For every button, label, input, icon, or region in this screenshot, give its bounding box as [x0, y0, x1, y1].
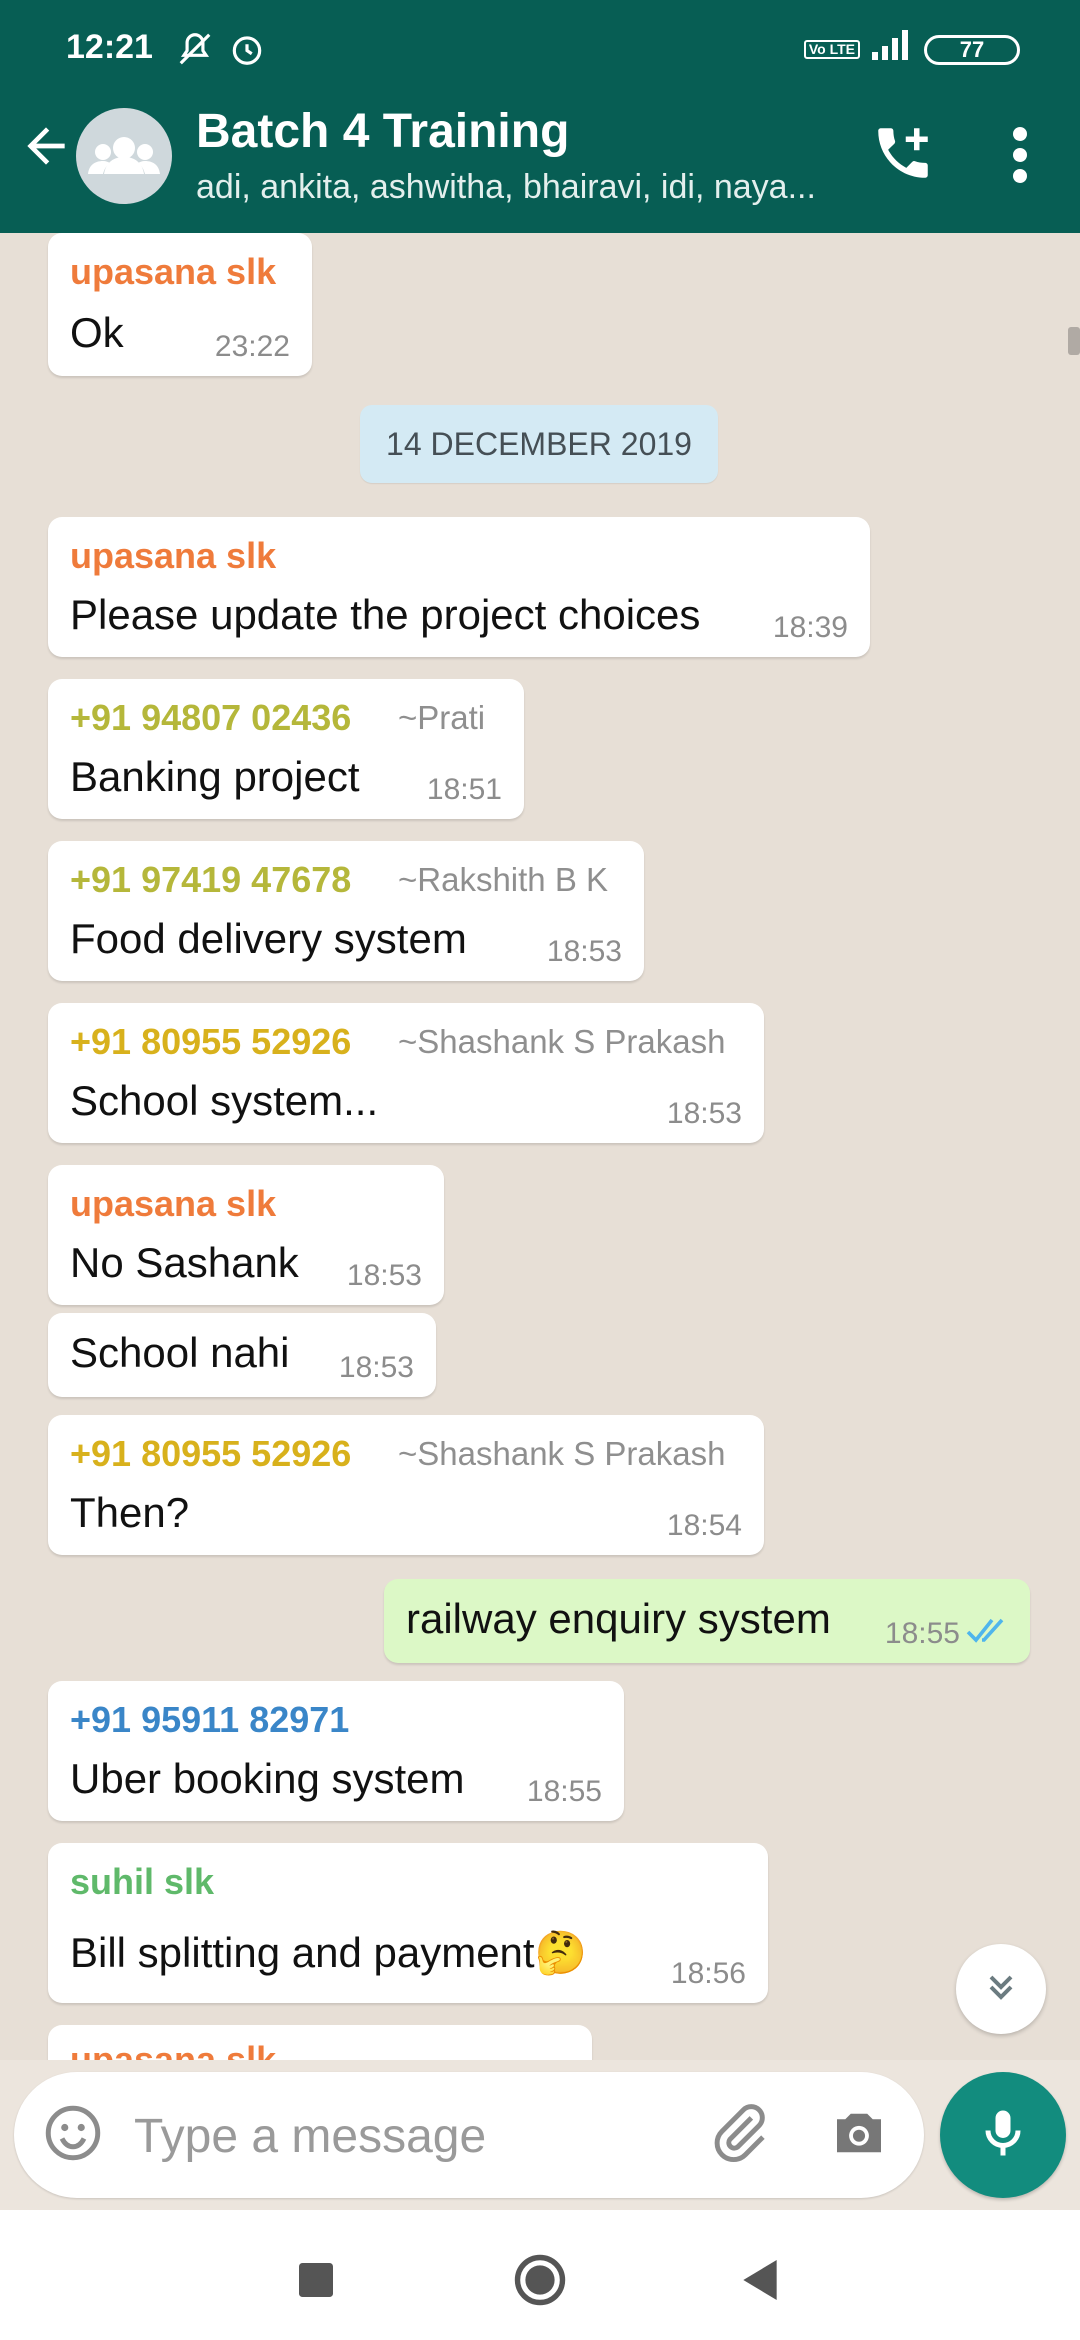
message-time: 18:56 [670, 1957, 746, 1990]
sender-alias: ~Shashank S Prakash [398, 1023, 726, 1060]
sender-name: suhil slk [70, 1861, 215, 1902]
more-vert-icon[interactable] [1000, 120, 1040, 190]
mic-icon [973, 2103, 1033, 2168]
alarm-icon [228, 30, 266, 77]
sender-alias: ~Prati [398, 699, 486, 736]
emoji-icon[interactable] [40, 2100, 110, 2170]
message-bubble[interactable]: suhil slk Bill splitting and payment🤔 18… [48, 1843, 768, 2003]
home-circle-icon[interactable] [510, 2250, 570, 2310]
message-time: 18:51 [426, 773, 502, 806]
message-text: railway enquiry system [406, 1595, 831, 1642]
message-text: Uber booking system [70, 1755, 465, 1802]
message-bubble[interactable]: upasana slk [48, 2025, 592, 2060]
message-time: 18:55 [884, 1617, 960, 1650]
message-time: 23:22 [214, 330, 290, 363]
message-input[interactable] [132, 2100, 696, 2172]
sender-name: +91 94807 02436 [70, 697, 352, 738]
composer [14, 2072, 924, 2198]
message-time: 18:53 [546, 935, 622, 968]
message-bubble[interactable]: upasana slk Please update the project ch… [48, 517, 870, 657]
message-bubble[interactable]: +91 80955 52926 ~Shashank S Prakash Then… [48, 1415, 764, 1555]
thinking-emoji-icon: 🤔 [534, 1929, 587, 1976]
message-text: Banking project [70, 753, 360, 800]
add-call-icon[interactable] [870, 120, 940, 190]
notifications-muted-icon [176, 30, 214, 77]
double-chevron-down-icon [981, 1967, 1021, 2012]
message-text: Ok [70, 309, 124, 356]
battery-icon: 77 [924, 34, 1020, 65]
message-bubble[interactable]: +91 95911 82971 Uber booking system 18:5… [48, 1681, 624, 1821]
scroll-to-bottom-button[interactable] [956, 1944, 1046, 2034]
sender-alias: ~Shashank S Prakash [398, 1435, 726, 1472]
sender-name: upasana slk [70, 251, 277, 292]
message-time: 18:55 [526, 1775, 602, 1808]
message-list[interactable]: upasana slk Ok 23:22 14 DECEMBER 2019 up… [0, 233, 1080, 2060]
sender-name: +91 95911 82971 [70, 1699, 350, 1740]
message-time: 18:53 [346, 1259, 422, 1292]
message-bubble[interactable]: School nahi 18:53 [48, 1313, 436, 1397]
message-text: School system... [70, 1077, 379, 1124]
sender-name: +91 80955 52926 [70, 1433, 352, 1474]
sender-name: +91 97419 47678 [70, 859, 352, 900]
message-time: 18:54 [666, 1509, 742, 1542]
read-receipt-icon [966, 1616, 1012, 1649]
message-bubble[interactable]: +91 94807 02436 ~Prati Banking project 1… [48, 679, 524, 819]
message-text: Then? [70, 1489, 190, 1536]
volte-icon: Vo LTE [803, 40, 860, 59]
camera-icon[interactable] [826, 2100, 896, 2170]
sender-name: upasana slk [70, 535, 277, 576]
participants-list[interactable]: adi, ankita, ashwitha, bhairavi, idi, na… [196, 168, 816, 207]
back-arrow-icon[interactable] [18, 118, 78, 198]
message-bubble[interactable]: +91 97419 47678 ~Rakshith B K Food deliv… [48, 841, 644, 981]
message-text: Food delivery system [70, 915, 467, 962]
message-text: No Sashank [70, 1239, 299, 1286]
scrollbar-thumb[interactable] [1068, 327, 1080, 355]
sender-alias: ~Rakshith B K [398, 861, 609, 898]
sender-name: +91 80955 52926 [70, 1021, 352, 1062]
date-divider: 14 DECEMBER 2019 [360, 405, 718, 483]
sender-name: upasana slk [70, 2039, 277, 2060]
chat-title[interactable]: Batch 4 Training [196, 104, 569, 159]
status-bar: 12:21 Vo LTE 77 [0, 0, 1080, 80]
message-time: 18:53 [338, 1351, 414, 1384]
message-text: School nahi [70, 1329, 290, 1376]
system-nav-bar [0, 2210, 1080, 2340]
back-triangle-icon[interactable] [730, 2250, 790, 2310]
message-bubble[interactable]: +91 80955 52926 ~Shashank S Prakash Scho… [48, 1003, 764, 1143]
sender-name: upasana slk [70, 1183, 277, 1224]
message-text: Please update the project choices [70, 591, 701, 638]
message-time: 18:39 [772, 611, 848, 644]
signal-icon [872, 30, 912, 69]
chat-header: Batch 4 Training adi, ankita, ashwitha, … [0, 80, 1080, 233]
outgoing-message-bubble[interactable]: railway enquiry system 18:55 [384, 1579, 1030, 1663]
status-time: 12:21 [66, 28, 153, 66]
mic-button[interactable] [940, 2072, 1066, 2198]
recents-square-icon[interactable] [286, 2250, 346, 2310]
message-bubble[interactable]: upasana slk No Sashank 18:53 [48, 1165, 444, 1305]
message-text: Bill splitting and payment🤔 [70, 1929, 587, 1976]
attach-icon[interactable] [706, 2100, 776, 2170]
message-bubble[interactable]: upasana slk Ok 23:22 [48, 233, 312, 376]
group-avatar-icon[interactable] [76, 108, 172, 204]
message-time: 18:53 [666, 1097, 742, 1130]
